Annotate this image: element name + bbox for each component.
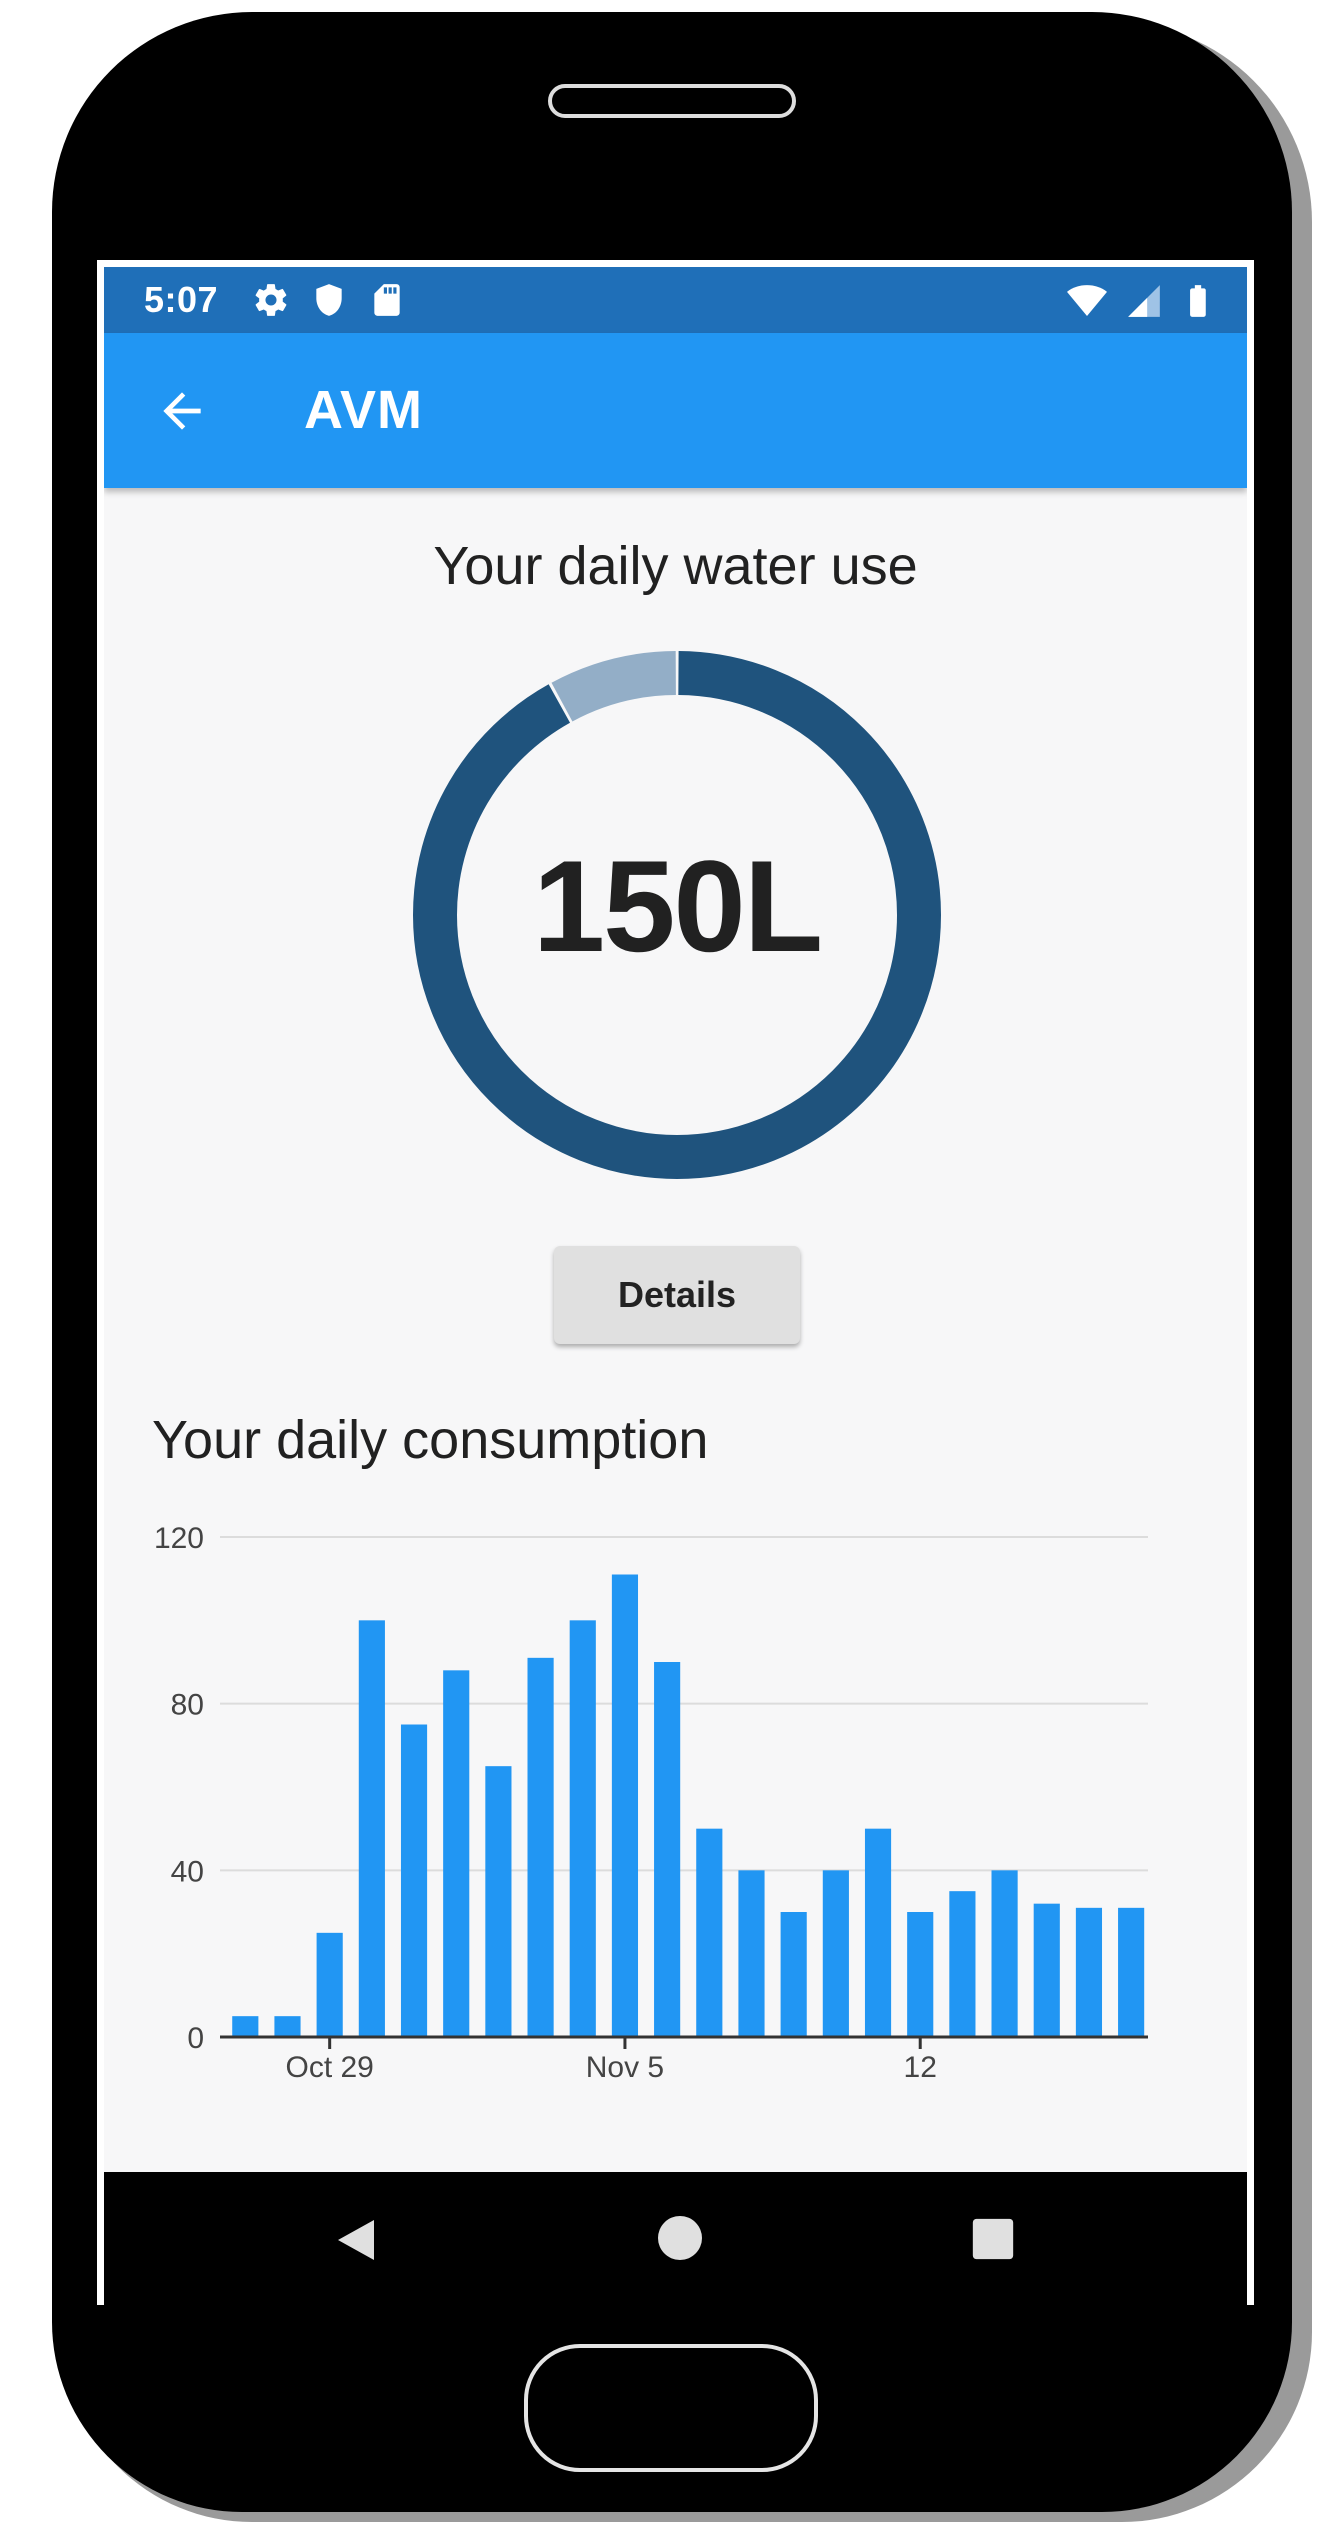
app-screen: 5:07 AVM Your daily water use 150L Detai…	[104, 267, 1247, 2305]
status-icons-right	[1065, 281, 1217, 321]
daily-consumption-title: Your daily consumption	[152, 1410, 709, 1470]
status-bar: 5:07	[104, 267, 1247, 333]
status-time: 5:07	[144, 279, 219, 320]
status-icons-left	[252, 281, 406, 319]
bar-nov-2	[485, 1766, 512, 2037]
battery-icon	[1190, 285, 1206, 317]
wifi-icon	[1067, 285, 1107, 316]
app-title: AVM	[304, 380, 423, 440]
bar-nov-15	[1033, 1903, 1060, 2037]
bar-oct-31	[400, 1724, 428, 2037]
arrow-left-icon[interactable]	[154, 383, 210, 439]
bar-nov-14	[991, 1870, 1018, 2037]
daily-use-title: Your daily water use	[433, 536, 918, 596]
nav-home-icon[interactable]	[656, 2214, 704, 2262]
x-tick-label: Nov 5	[586, 2051, 664, 2084]
bar-nov-16	[1075, 1907, 1103, 2037]
daily-use-value: 150L	[532, 833, 823, 979]
daily-consumption-bar-chart: 0 40 80 120 Oct 29 Nov 5 12	[154, 1522, 1148, 2084]
bar-nov-1	[443, 1670, 470, 2037]
sd-card-icon	[374, 284, 400, 316]
hardware-home-button[interactable]	[524, 2344, 818, 2472]
x-tick-label: 12	[904, 2051, 937, 2084]
y-tick-label: 120	[154, 1522, 204, 1555]
bar-oct-29	[316, 1932, 343, 2037]
bar-nov-10	[822, 1870, 849, 2037]
bar-oct-28	[274, 2016, 301, 2037]
cellular-signal-icon	[1128, 285, 1160, 317]
y-tick-label: 0	[187, 2022, 204, 2055]
navigation-bar	[104, 2172, 1247, 2305]
x-tick-label: Oct 29	[285, 2051, 373, 2084]
bar-nov-7	[696, 1828, 723, 2037]
bar-nov-13	[949, 1891, 976, 2037]
bar-nov-3	[527, 1657, 554, 2037]
bar-oct-27	[232, 2016, 259, 2037]
bar-nov-4	[569, 1620, 596, 2037]
bar-oct-30	[358, 1620, 385, 2037]
settings-gear-icon	[255, 284, 287, 316]
phone-speaker	[548, 84, 796, 118]
nav-recents-icon[interactable]	[971, 2217, 1015, 2261]
device-screen: 5:07 AVM Your daily water use 150L Detai…	[97, 260, 1254, 2305]
bar-nov-17	[1118, 1907, 1145, 2037]
bar-nov-9	[780, 1912, 807, 2037]
shield-icon	[316, 284, 342, 316]
bar-nov-12	[907, 1912, 934, 2037]
bar-nov-8	[738, 1870, 765, 2037]
nav-back-icon[interactable]	[334, 2216, 382, 2264]
app-bar: AVM	[104, 333, 1247, 488]
bar-nov-5	[611, 1574, 639, 2037]
bar-nov-11	[864, 1828, 892, 2037]
y-tick-label: 40	[171, 1855, 204, 1888]
details-button[interactable]: Details	[554, 1246, 800, 1344]
y-tick-label: 80	[171, 1689, 204, 1722]
bar-nov-6	[654, 1662, 681, 2037]
